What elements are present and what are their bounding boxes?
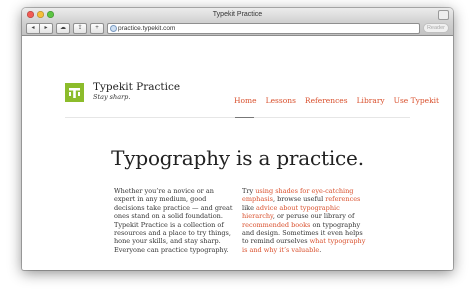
new-tab-button[interactable]: + [90,22,104,34]
nav-references[interactable]: References [305,96,348,105]
links-text-1: Try [242,187,256,195]
links-paragraph: Try using shades for eye-catching emphas… [242,187,370,254]
nav-active-indicator [235,117,254,118]
browser-window: Typekit Practice ◂ ▸ ☁ ⇪ + practice.type… [22,8,453,270]
nav-library[interactable]: Library [357,96,385,105]
site-tagline: Stay sharp. [93,93,131,101]
site-title: Typekit Practice [93,81,181,93]
nav-lessons[interactable]: Lessons [266,96,296,105]
page-headline: Typography is a practice. [111,146,364,170]
address-bar-url: practice.typekit.com [118,24,176,32]
nav-home[interactable]: Home [234,96,257,105]
links-text-2: , browse useful [272,195,326,204]
links-text-4: , or peruse our library of [272,212,355,221]
forward-button[interactable]: ▸ [40,22,53,34]
window-controls [27,11,54,18]
zoom-window-button[interactable] [47,11,54,18]
address-bar[interactable]: practice.typekit.com [107,22,420,34]
link-references[interactable]: references [325,195,360,203]
close-window-button[interactable] [27,11,34,18]
link-recommended-books[interactable]: recommended books [242,221,310,229]
typekit-logo-icon[interactable] [65,83,84,102]
web-page: Typekit Practice Stay sharp. Home Lesson… [22,36,453,269]
links-text-6: . [319,245,322,254]
minimize-window-button[interactable] [37,11,44,18]
site-brand[interactable]: Typekit Practice Stay sharp. [93,81,180,102]
reader-button[interactable]: Reader [422,23,449,33]
globe-icon [110,24,117,32]
window-title: Typekit Practice [212,11,263,18]
history-buttons: ◂ ▸ [26,22,53,34]
back-button[interactable]: ◂ [26,22,40,34]
icloud-tabs-icon[interactable]: ☁ [56,22,70,34]
browser-toolbar: ◂ ▸ ☁ ⇪ + practice.typekit.com Reader [22,21,453,36]
fullscreen-icon[interactable] [438,10,449,20]
share-icon[interactable]: ⇪ [73,22,87,34]
intro-paragraph: Whether you’re a novice or an expert in … [114,187,233,254]
title-bar: Typekit Practice [22,8,453,21]
nav-use-typekit[interactable]: Use Typekit [394,96,439,105]
main-nav: Home Lessons References Library Use Type… [234,96,439,105]
links-text-3: like [242,203,257,212]
